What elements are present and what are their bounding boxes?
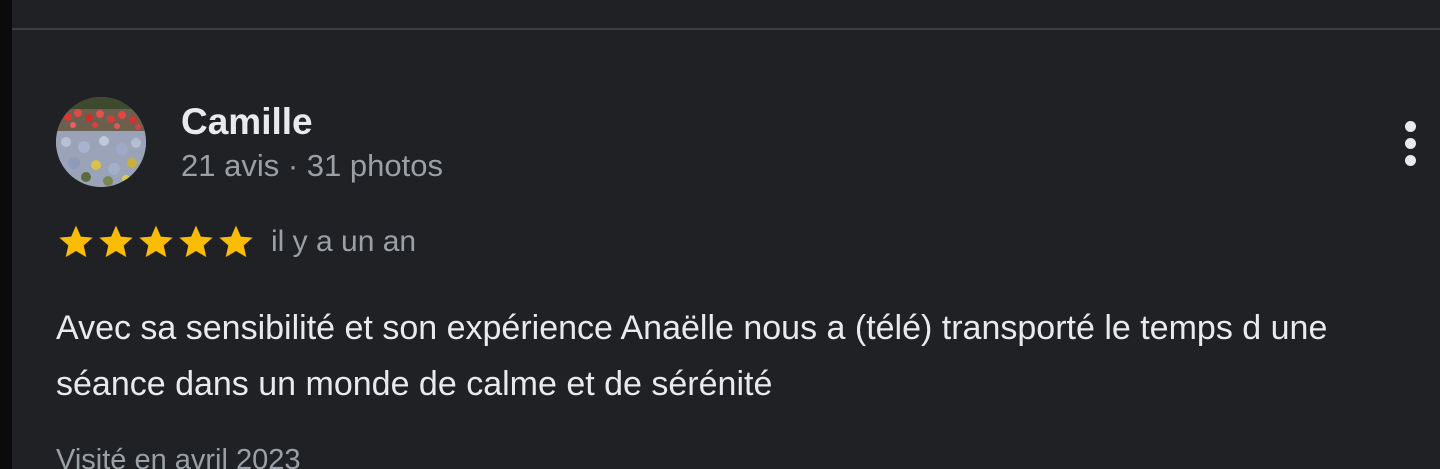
divider	[12, 28, 1440, 30]
star-icon	[139, 225, 173, 258]
reviewer-name[interactable]: Camille	[181, 100, 313, 144]
review-panel: Camille 21 avis · 31 photos il y a un an…	[12, 0, 1440, 469]
avatar-photo-icon	[56, 97, 146, 187]
visit-date: Visité en avril 2023	[56, 444, 301, 469]
star-icon	[179, 225, 213, 258]
reviewer-stats: 21 avis · 31 photos	[181, 148, 443, 183]
star-icon	[219, 225, 253, 258]
review-text: Avec sa sensibilité et son expérience An…	[56, 309, 1328, 403]
review-date: il y a un an	[271, 225, 417, 258]
star-icon	[59, 225, 93, 258]
star-rating	[56, 221, 256, 263]
reviewer-avatar[interactable]	[56, 97, 146, 187]
star-icon	[99, 225, 133, 258]
more-options-button[interactable]	[1396, 114, 1424, 174]
